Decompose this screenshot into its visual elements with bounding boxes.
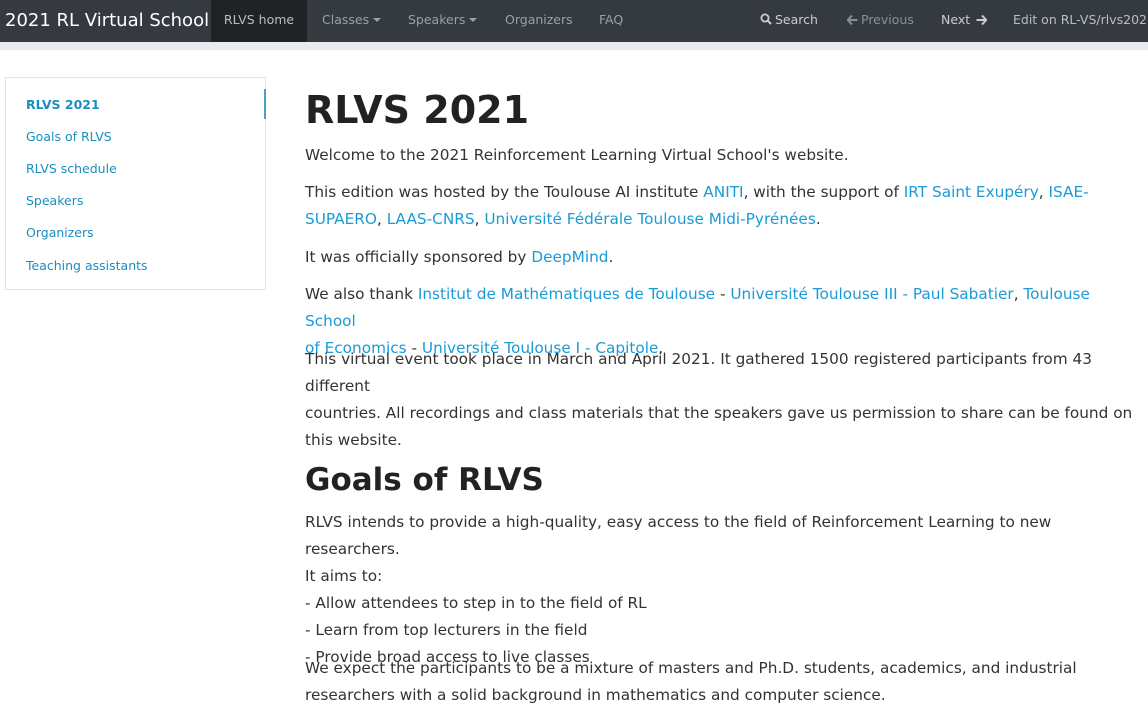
hosted-text: , (474, 210, 485, 228)
goals-line-2: It aims to: (305, 567, 383, 585)
nav-classes-label: Classes (322, 12, 370, 27)
hosted-text: , with the support of (743, 183, 904, 201)
nav-speakers-label: Speakers (408, 12, 466, 27)
next-label: Next (941, 12, 971, 27)
hosted-text: This edition was hosted by the Toulouse … (305, 183, 704, 201)
search-label: Search (775, 12, 818, 27)
hosted-line-2: SUPAERO, LAAS-CNRS, Université Fédérale … (305, 206, 1135, 233)
search-button[interactable]: Search (760, 0, 818, 42)
link-universite-federale[interactable]: Université Fédérale Toulouse Midi-Pyréné… (484, 210, 815, 228)
search-icon (760, 13, 772, 25)
page-title: RLVS 2021 (305, 88, 530, 132)
goals-paragraph: RLVS intends to provide a high-quality, … (305, 509, 1135, 671)
hosted-text: , (1038, 183, 1049, 201)
link-universite-toulouse-3[interactable]: Université Toulouse III - Paul Sabatier (730, 285, 1013, 303)
arrow-right-icon (976, 15, 988, 25)
nav-faq-label: FAQ (599, 12, 624, 27)
goals-line-3: - Allow attendees to step in to the fiel… (305, 594, 647, 612)
sidebar-item-teaching-assistants[interactable]: Teaching assistants (26, 258, 148, 273)
event-line-3: this website. (305, 431, 402, 449)
top-navbar: 2021 RL Virtual School RLVS home Classes… (0, 0, 1148, 42)
edit-on-github-link[interactable]: Edit on RL-VS/rlvs2021 (1013, 0, 1148, 42)
expect-paragraph: We expect the participants to be a mixtu… (305, 655, 1135, 709)
arrow-left-icon (847, 15, 858, 25)
nav-organizers-label: Organizers (505, 12, 573, 27)
edit-label: Edit on RL-VS/rlvs2021 (1013, 12, 1148, 27)
hosted-text: . (815, 210, 821, 228)
sponsor-text: . (608, 248, 614, 266)
goals-heading: Goals of RLVS (305, 462, 544, 498)
sidebar-item-rlvs-2021[interactable]: RLVS 2021 (26, 97, 100, 112)
sidebar-item-speakers[interactable]: Speakers (26, 193, 83, 208)
hosted-text: , (376, 210, 387, 228)
thanks-text: - (715, 285, 731, 303)
previous-label: Previous (861, 12, 914, 27)
link-irt-saint-exupery[interactable]: IRT Saint Exupéry (904, 183, 1039, 201)
sidebar-item-organizers[interactable]: Organizers (26, 225, 94, 240)
site-brand[interactable]: 2021 RL Virtual School (5, 0, 209, 42)
nav-speakers-dropdown[interactable]: Speakers (408, 0, 478, 42)
link-isae-supaero[interactable]: ISAE- (1049, 183, 1089, 201)
link-deepmind[interactable]: DeepMind (531, 248, 608, 266)
nav-rlvs-home-label: RLVS home (223, 12, 295, 27)
goals-line-4: - Learn from top lecturers in the field (305, 621, 588, 639)
previous-button[interactable]: Previous (847, 0, 914, 42)
hosted-paragraph: This edition was hosted by the Toulouse … (305, 179, 1135, 233)
event-line-2: countries. All recordings and class mate… (305, 404, 1133, 422)
sponsor-paragraph: It was officially sponsored by DeepMind. (305, 244, 1135, 271)
hosted-line-1: This edition was hosted by the Toulouse … (305, 179, 1135, 206)
sidebar-item-schedule[interactable]: RLVS schedule (26, 161, 117, 176)
expect-line-2: researchers with a solid background in m… (305, 686, 886, 704)
event-line-1: This virtual event took place in March a… (305, 350, 1092, 395)
caret-down-icon (373, 18, 382, 22)
sidebar-item-goals[interactable]: Goals of RLVS (26, 129, 112, 144)
nav-organizers[interactable]: Organizers (505, 0, 573, 42)
sidebar-active-indicator (264, 89, 266, 119)
sponsor-text: It was officially sponsored by (305, 248, 532, 266)
link-aniti[interactable]: ANITI (703, 183, 743, 201)
navbar-divider (0, 42, 1148, 50)
goals-line-1: RLVS intends to provide a high-quality, … (305, 513, 1052, 558)
nav-faq[interactable]: FAQ (599, 0, 623, 42)
thanks-text: We also thank (305, 285, 418, 303)
thanks-line-1: We also thank Institut de Mathématiques … (305, 281, 1135, 335)
expect-line-1: We expect the participants to be a mixtu… (305, 659, 1077, 677)
thanks-text: , (1013, 285, 1024, 303)
next-button[interactable]: Next (941, 0, 990, 42)
caret-down-icon (469, 18, 478, 22)
nav-rlvs-home[interactable]: RLVS home (211, 0, 307, 42)
sidebar-toc: RLVS 2021 Goals of RLVS RLVS schedule Sp… (5, 77, 266, 290)
link-institut-mathematiques[interactable]: Institut de Mathématiques de Toulouse (418, 285, 715, 303)
link-isae-supaero[interactable]: SUPAERO (305, 210, 377, 228)
nav-classes-dropdown[interactable]: Classes (322, 0, 382, 42)
link-laas-cnrs[interactable]: LAAS-CNRS (387, 210, 475, 228)
event-paragraph: This virtual event took place in March a… (305, 346, 1135, 454)
welcome-paragraph: Welcome to the 2021 Reinforcement Learni… (305, 146, 849, 164)
